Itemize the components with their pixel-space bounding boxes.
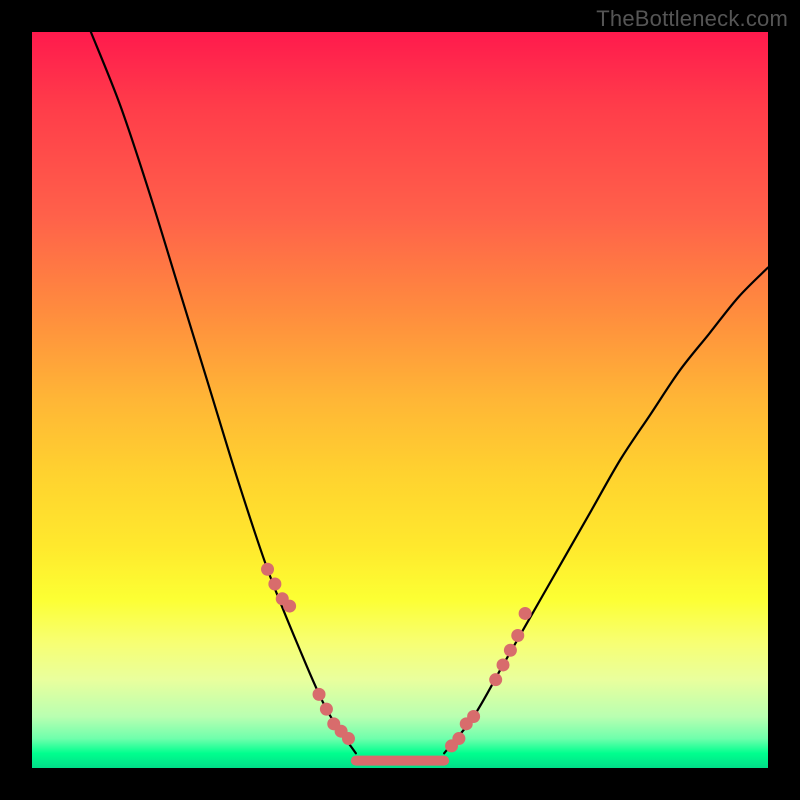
data-point [504,644,517,657]
data-point [320,703,333,716]
data-point [511,629,524,642]
curve-group [91,32,768,753]
data-point [342,732,355,745]
data-point [467,710,480,723]
data-point [261,563,274,576]
marker-group [261,563,532,761]
data-point [283,600,296,613]
plot-area [32,32,768,768]
chart-svg [32,32,768,768]
curve-left-branch [91,32,356,753]
watermark-text: TheBottleneck.com [596,6,788,32]
data-point [313,688,326,701]
data-point [489,673,502,686]
data-point [268,578,281,591]
data-point [497,658,510,671]
data-point [452,732,465,745]
data-point [519,607,532,620]
chart-frame: TheBottleneck.com [0,0,800,800]
